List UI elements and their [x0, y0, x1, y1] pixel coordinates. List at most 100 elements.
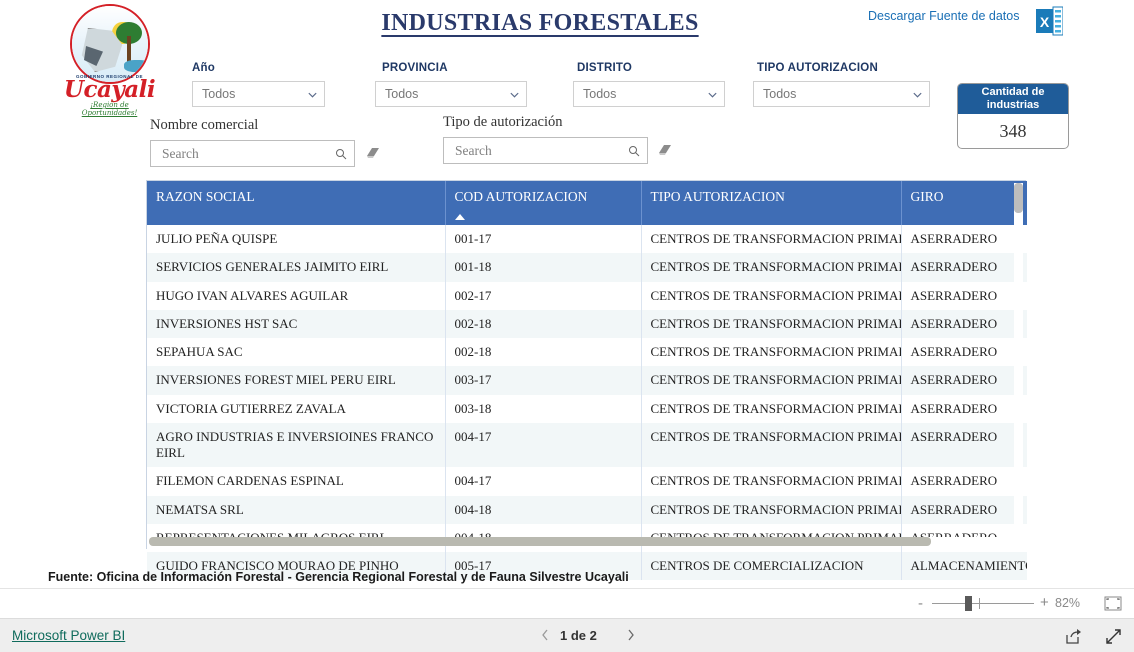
- cell-giro: ASERRADERO: [901, 338, 1027, 367]
- column-header-cod-autorizacion[interactable]: COD AUTORIZACION: [445, 181, 642, 225]
- cell-tipo-autorizacion: CENTROS DE TRANSFORMACION PRIMARIA: [641, 366, 902, 395]
- slicer-label-distrito: DISTRITO: [577, 62, 633, 74]
- power-bi-report-viewer: GOBIERNO REGIONAL DE Ucayali ¡Región de …: [0, 0, 1134, 652]
- slicer-value-tipo-autorizacion: Todos: [763, 87, 797, 101]
- slicer-value-provincia: Todos: [385, 87, 419, 101]
- slicer-dropdown-ano[interactable]: Todos: [192, 81, 325, 107]
- table-row[interactable]: SERVICIOS GENERALES JAIMITO EIRL 001-18 CE…: [147, 253, 1027, 282]
- cell-tipo-autorizacion: CENTROS DE TRANSFORMACION PRIMARIA: [641, 394, 902, 423]
- bottom-bar: Microsoft Power BI 1 de 2: [0, 618, 1134, 652]
- cell-giro: ASERRADERO: [901, 225, 1027, 254]
- table-vertical-scrollbar[interactable]: [1014, 183, 1023, 545]
- cell-cod-autorizacion: 004-18: [445, 495, 642, 524]
- horizontal-scroll-thumb[interactable]: [149, 537, 931, 546]
- cell-giro: ASERRADERO: [901, 422, 1027, 468]
- cell-cod-autorizacion: 003-17: [445, 366, 642, 395]
- cell-giro: ASERRADERO: [901, 253, 1027, 282]
- clear-filter-eraser-icon-nombre-comercial[interactable]: [364, 144, 381, 161]
- excel-icon[interactable]: X: [1036, 6, 1063, 36]
- cell-giro: ASERRADERO: [901, 281, 1027, 310]
- cell-razon-social: HUGO IVAN ALVARES AGUILAR: [147, 281, 446, 310]
- cell-razon-social: NEMATSA SRL: [147, 495, 446, 524]
- source-footnote: Fuente: Oficina de Información Forestal …: [48, 570, 629, 584]
- table-row[interactable]: JULIO PEÑA QUISPE 001-17 CENTROS DE TRANSF…: [147, 225, 1027, 254]
- cell-cod-autorizacion: 002-17: [445, 281, 642, 310]
- cell-razon-social: FILEMON CARDENAS ESPINAL: [147, 467, 446, 496]
- logo-emblem-icon: [70, 4, 150, 84]
- chevron-down-icon: [913, 92, 922, 98]
- column-header-razon-social[interactable]: RAZON SOCIAL: [147, 181, 446, 225]
- fullscreen-icon[interactable]: [1105, 628, 1122, 645]
- page-title: INDUSTRIAS FORESTALES: [381, 10, 699, 36]
- table-row[interactable]: HUGO IVAN ALVARES AGUILAR 002-17 CENTROS D…: [147, 281, 1027, 310]
- slicer-dropdown-provincia[interactable]: Todos: [375, 81, 527, 107]
- kpi-card-cantidad-industrias: Cantidad de industrias 348: [957, 83, 1069, 149]
- cell-giro: ASERRADERO: [901, 467, 1027, 496]
- slicer-label-ano: Año: [192, 62, 215, 74]
- table-horizontal-scrollbar[interactable]: [149, 537, 1015, 546]
- next-page-icon[interactable]: [624, 627, 638, 643]
- kpi-title: Cantidad de industrias: [958, 84, 1068, 114]
- slicer-value-ano: Todos: [202, 87, 236, 101]
- cell-cod-autorizacion: 001-17: [445, 225, 642, 254]
- cell-tipo-autorizacion: CENTROS DE TRANSFORMACION PRIMARIA: [641, 281, 902, 310]
- zoom-slider-tick: [979, 598, 980, 609]
- table-row[interactable]: VICTORIA GUTIERREZ ZAVALA 003-18 CENTROS D…: [147, 394, 1027, 423]
- zoom-out-button[interactable]: -: [918, 595, 923, 612]
- search-input-nombre-comercial[interactable]: [160, 144, 335, 163]
- cell-giro: ASERRADERO: [901, 394, 1027, 423]
- column-header-tipo-autorizacion[interactable]: TIPO AUTORIZACION: [641, 181, 902, 225]
- search-box-tipo-autorizacion[interactable]: [443, 137, 648, 164]
- chevron-down-icon: [510, 92, 519, 98]
- search-box-nombre-comercial[interactable]: [150, 140, 355, 167]
- zoom-slider-thumb[interactable]: [965, 596, 972, 611]
- cell-tipo-autorizacion: CENTROS DE TRANSFORMACION PRIMARIA: [641, 422, 902, 468]
- search-icon[interactable]: [628, 145, 640, 157]
- fit-to-page-icon[interactable]: [1104, 596, 1122, 611]
- cell-razon-social: SERVICIOS GENERALES JAIMITO EIRL: [147, 253, 446, 282]
- cell-razon-social: JULIO PEÑA QUISPE: [147, 225, 446, 254]
- cell-cod-autorizacion: 003-18: [445, 394, 642, 423]
- zoom-slider-track[interactable]: [932, 603, 1034, 604]
- zoom-in-button[interactable]: +: [1040, 594, 1049, 611]
- ucayali-regional-government-logo: GOBIERNO REGIONAL DE Ucayali ¡Región de …: [62, 2, 157, 117]
- kpi-value: 348: [999, 120, 1027, 141]
- download-datasource-link[interactable]: Descargar Fuente de datos: [868, 9, 1019, 23]
- cell-tipo-autorizacion: CENTROS DE TRANSFORMACION PRIMARIA: [641, 495, 902, 524]
- cell-tipo-autorizacion: CENTROS DE TRANSFORMACION PRIMARIA: [641, 225, 902, 254]
- search-label-tipo-autorizacion: Tipo de autorización: [443, 114, 563, 130]
- cell-giro: ASERRADERO: [901, 309, 1027, 338]
- vertical-scroll-thumb[interactable]: [1014, 183, 1023, 213]
- slicer-dropdown-tipo-autorizacion[interactable]: Todos: [753, 81, 930, 107]
- slicer-label-provincia: PROVINCIA: [382, 62, 448, 74]
- report-canvas: GOBIERNO REGIONAL DE Ucayali ¡Región de …: [0, 0, 1134, 588]
- cell-cod-autorizacion: 001-18: [445, 253, 642, 282]
- table-row[interactable]: SEPAHUA SAC 002-18 CENTROS DE TRANSFORMACI…: [147, 338, 1027, 367]
- previous-page-icon[interactable]: [538, 627, 552, 643]
- table-row[interactable]: FILEMON CARDENAS ESPINAL 004-17 CENTROS DE…: [147, 467, 1027, 496]
- cell-cod-autorizacion: 002-18: [445, 309, 642, 338]
- search-icon[interactable]: [335, 148, 347, 160]
- slicer-value-distrito: Todos: [583, 87, 617, 101]
- cell-giro: ASERRADERO: [901, 366, 1027, 395]
- cell-giro: ASERRADERO: [901, 495, 1027, 524]
- table-row[interactable]: NEMATSA SRL 004-18 CENTROS DE TRANSFORMACI…: [147, 495, 1027, 524]
- share-icon[interactable]: [1065, 628, 1082, 645]
- cell-razon-social: SEPAHUA SAC: [147, 338, 446, 367]
- cell-razon-social: AGRO INDUSTRIAS E INVERSIOINES FRANCO EI…: [147, 422, 446, 468]
- cell-tipo-autorizacion: CENTROS DE TRANSFORMACION PRIMARIA: [641, 309, 902, 338]
- slicer-dropdown-distrito[interactable]: Todos: [573, 81, 725, 107]
- microsoft-power-bi-link[interactable]: Microsoft Power BI: [12, 628, 125, 643]
- table-row[interactable]: INVERSIONES FOREST MIEL PERU EIRL 003-17 C…: [147, 366, 1027, 395]
- table-row[interactable]: AGRO INDUSTRIAS E INVERSIOINES FRANCO EI…: [147, 422, 1027, 468]
- sort-ascending-icon: [454, 214, 465, 220]
- table-row[interactable]: INVERSIONES HST SAC 002-18 CENTROS DE TRAN…: [147, 309, 1027, 338]
- search-input-tipo-autorizacion[interactable]: [453, 141, 628, 160]
- cell-razon-social: INVERSIONES FOREST MIEL PERU EIRL: [147, 366, 446, 395]
- column-header-giro[interactable]: GIRO: [901, 181, 1027, 225]
- logo-wordmark: Ucayali: [63, 76, 156, 103]
- cell-tipo-autorizacion: CENTROS DE TRANSFORMACION PRIMARIA: [641, 467, 902, 496]
- cell-razon-social: VICTORIA GUTIERREZ ZAVALA: [147, 394, 446, 423]
- clear-filter-eraser-icon-tipo-autorizacion[interactable]: [656, 141, 673, 158]
- cell-tipo-autorizacion: CENTROS DE COMERCIALIZACION: [641, 552, 902, 581]
